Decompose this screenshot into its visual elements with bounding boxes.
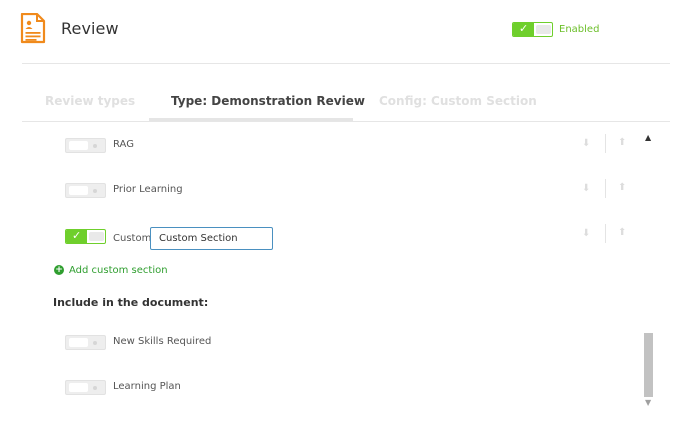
check-icon: ✓ — [72, 229, 82, 242]
custom-label: Custom: — [113, 233, 155, 244]
new-skills-required-toggle[interactable] — [65, 335, 106, 350]
custom-section-name-input[interactable] — [150, 227, 273, 250]
scroll-down-arrow-icon[interactable]: ▼ — [645, 398, 651, 407]
move-down-icon[interactable]: ⬇ — [582, 138, 590, 149]
learning-plan-toggle[interactable] — [65, 380, 106, 395]
add-custom-section-link[interactable]: Add custom section — [69, 265, 168, 276]
scroll-up-arrow-icon[interactable]: ▲ — [645, 133, 651, 142]
include-in-document-heading: Include in the document: — [53, 296, 209, 309]
header-divider — [22, 63, 670, 64]
rag-toggle[interactable] — [65, 138, 106, 153]
control-separator — [605, 134, 606, 153]
move-up-icon[interactable]: ⬆ — [618, 182, 626, 193]
rag-label: RAG — [113, 139, 134, 150]
new-skills-required-label: New Skills Required — [113, 336, 212, 347]
check-icon: ✓ — [519, 22, 529, 35]
tab-config-custom-section[interactable]: Config: Custom Section — [379, 94, 537, 108]
move-up-icon[interactable]: ⬆ — [618, 137, 626, 148]
enabled-toggle[interactable]: ✓ — [512, 22, 553, 37]
page-title: Review — [61, 19, 119, 38]
enabled-status-label: Enabled — [559, 24, 600, 35]
move-down-icon[interactable]: ⬇ — [582, 228, 590, 239]
custom-section-toggle[interactable]: ✓ — [65, 229, 106, 244]
prior-learning-toggle[interactable] — [65, 183, 106, 198]
move-down-icon[interactable]: ⬇ — [582, 183, 590, 194]
learning-plan-label: Learning Plan — [113, 381, 181, 392]
tab-review-types[interactable]: Review types — [45, 94, 135, 108]
tabs-divider — [22, 121, 670, 122]
document-review-icon — [20, 12, 46, 44]
add-circle-icon[interactable]: + — [54, 265, 64, 275]
tab-type-demonstration-review[interactable]: Type: Demonstration Review — [171, 94, 365, 108]
control-separator — [605, 179, 606, 198]
move-up-icon[interactable]: ⬆ — [618, 227, 626, 238]
control-separator — [605, 224, 606, 243]
prior-learning-label: Prior Learning — [113, 184, 183, 195]
scrollbar-thumb[interactable] — [644, 333, 653, 397]
